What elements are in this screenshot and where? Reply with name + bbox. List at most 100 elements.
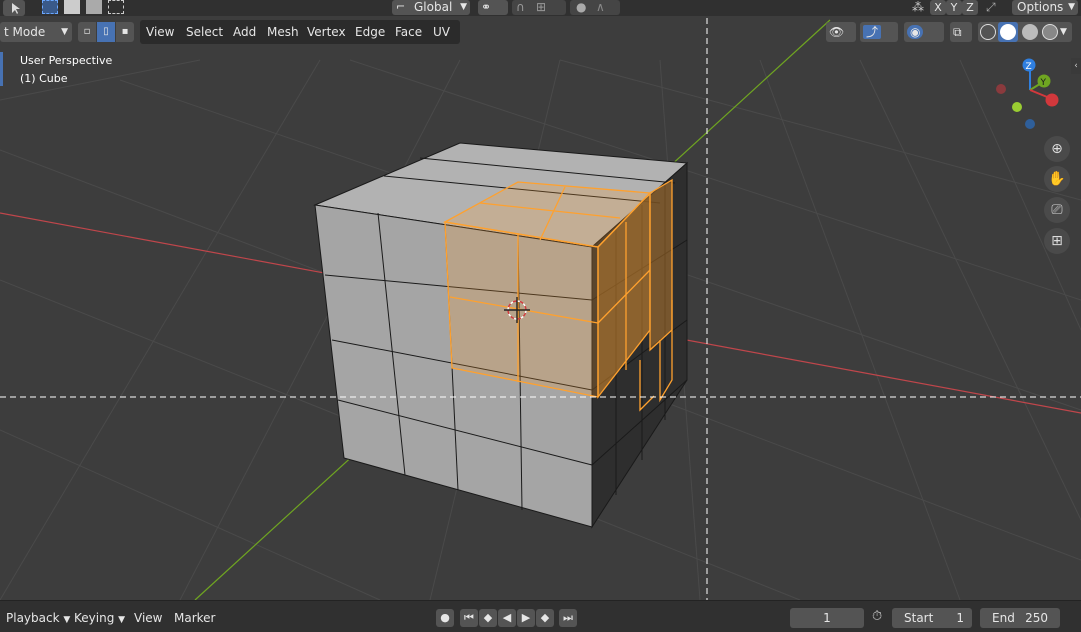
auto-merge-icon[interactable]: ⤢ <box>986 0 996 15</box>
perspective-grid-icon[interactable]: ⊞ <box>1044 228 1070 254</box>
menu-face[interactable]: Face <box>389 22 428 42</box>
mirror-z-label: Z <box>966 1 974 14</box>
overlay-toggle[interactable]: ◉ <box>904 22 944 42</box>
menu-vertex[interactable]: Vertex <box>301 22 352 42</box>
menu-uv[interactable]: UV <box>427 22 456 42</box>
keying-menu[interactable]: Keying ▼ <box>70 608 129 628</box>
tool-header: ⌐ Global ▼ ⚭ ∩ ⊞ ● ∧ ⁂ X Y Z ⤢ Options ▼ <box>0 0 1081 16</box>
selection-mode-group[interactable] <box>42 0 136 16</box>
snap-target-icon: ⊞ <box>536 0 547 14</box>
vertex-select-icon[interactable]: ▫ <box>78 22 96 42</box>
chevron-down-icon: ▼ <box>1068 2 1075 12</box>
select-extend-icon[interactable] <box>64 0 80 14</box>
xray-toggle[interactable]: ⧉ <box>950 22 972 42</box>
material-shading-icon[interactable] <box>1022 24 1038 40</box>
mode-dropdown[interactable]: t Mode ▼ <box>0 22 72 42</box>
select-tool-button[interactable] <box>3 0 25 16</box>
viewport-canvas[interactable]: Z Y <box>0 0 1081 632</box>
orientation-gizmo: Z Y <box>996 58 1059 129</box>
select-subtract-icon[interactable] <box>86 0 102 14</box>
edge-select-icon[interactable]: ▯ <box>97 22 115 42</box>
xray-icon: ⧉ <box>953 25 962 39</box>
chevron-down-icon: ▼ <box>460 2 467 12</box>
gizmo-negx-ball <box>996 84 1006 94</box>
playback-label: Playback <box>6 611 60 625</box>
menu-select[interactable]: Select <box>180 22 229 42</box>
playback-menu[interactable]: Playback ▼ <box>2 608 74 628</box>
play-reverse-icon[interactable]: ◀ <box>498 609 516 627</box>
menu-add[interactable]: Add <box>227 22 262 42</box>
magnet-icon: ∩ <box>516 0 525 14</box>
mirror-x-toggle[interactable]: X <box>930 0 946 15</box>
sidebar-toggle[interactable]: ‹ <box>1071 58 1081 74</box>
end-value: 250 <box>1025 611 1048 625</box>
orientation-icon: ⌐ <box>396 0 406 13</box>
falloff-icon: ∧ <box>596 0 605 14</box>
mode-label: t Mode <box>4 25 46 39</box>
keying-label: Keying <box>74 611 115 625</box>
jump-start-icon[interactable]: ⏮ <box>460 609 478 627</box>
timeline-view-menu[interactable]: View <box>130 608 166 628</box>
next-keyframe-icon[interactable]: ◆ <box>536 609 554 627</box>
orientation-label: Global <box>414 0 453 14</box>
options-label: Options <box>1017 0 1064 14</box>
zoom-icon[interactable]: ⊕ <box>1044 136 1070 162</box>
viewport-header: t Mode ▼ ▫ ▯ ▪ View Select Add Mesh Vert… <box>0 20 1081 44</box>
cursor-icon <box>12 3 20 14</box>
toolbar-edge-indicator[interactable] <box>0 52 3 86</box>
view-perspective-label: User Perspective <box>20 54 113 67</box>
face-select-icon[interactable]: ▪ <box>116 22 134 42</box>
mirror-icon[interactable]: ⁂ <box>912 0 924 15</box>
mirror-y-toggle[interactable]: Y <box>946 0 962 15</box>
auto-keying-icon[interactable]: ● <box>436 609 454 627</box>
stopwatch-icon[interactable]: ⏱ <box>872 609 882 624</box>
gizmo-negz-ball <box>1025 119 1035 129</box>
gizmo-y-label: Y <box>1040 78 1047 88</box>
camera-icon[interactable]: ⎚ <box>1044 197 1070 223</box>
current-frame-value: 1 <box>823 611 831 625</box>
mirror-x-label: X <box>934 1 942 14</box>
chevron-down-icon[interactable]: ▼ <box>1060 22 1067 42</box>
play-icon[interactable]: ▶ <box>517 609 535 627</box>
eye-icon: 👁 <box>829 25 845 39</box>
pivot-icon: ⚭ <box>481 0 492 14</box>
chevron-down-icon: ▼ <box>61 27 68 37</box>
pan-hand-icon[interactable]: ✋ <box>1044 166 1070 192</box>
active-object-label: (1) Cube <box>20 72 68 85</box>
mirror-z-toggle[interactable]: Z <box>962 0 978 15</box>
overlay-icon: ◉ <box>907 25 924 39</box>
start-label: Start <box>904 611 934 625</box>
solid-shading-icon[interactable] <box>998 22 1018 42</box>
end-label: End <box>992 611 1015 625</box>
gizmo-toggle[interactable]: ⤴ <box>860 22 898 42</box>
gizmo-icon: ⤴ <box>863 25 882 39</box>
jump-end-icon[interactable]: ⏭ <box>559 609 577 627</box>
proportional-edit-toggle[interactable]: ● ∧ <box>570 0 620 15</box>
wireframe-shading-icon[interactable] <box>980 24 996 40</box>
orientation-dropdown[interactable]: ⌐ Global ▼ <box>392 0 470 15</box>
menu-view[interactable]: View <box>140 22 180 42</box>
start-value: 1 <box>956 611 964 625</box>
chevron-down-icon: ▼ <box>118 615 126 625</box>
rendered-shading-icon[interactable] <box>1042 24 1058 40</box>
start-frame-field[interactable]: Start 1 <box>892 608 972 628</box>
mirror-y-label: Y <box>950 1 958 14</box>
end-frame-field[interactable]: End 250 <box>980 608 1060 628</box>
options-dropdown[interactable]: Options ▼ <box>1012 0 1078 15</box>
menu-edge[interactable]: Edge <box>349 22 391 42</box>
gizmo-negy-ball <box>1012 102 1022 112</box>
menu-mesh[interactable]: Mesh <box>261 22 305 42</box>
current-frame-field[interactable]: 1 <box>790 608 864 628</box>
proportional-icon: ● <box>576 0 587 14</box>
select-mode-group[interactable]: ▫ ▯ ▪ <box>78 22 134 42</box>
snap-toggle[interactable]: ∩ ⊞ <box>512 0 566 15</box>
cube-mesh <box>313 142 689 529</box>
gizmo-z-label: Z <box>1026 62 1032 72</box>
select-difference-icon[interactable] <box>108 0 124 14</box>
select-set-icon[interactable] <box>42 0 58 14</box>
shading-group[interactable]: ▼ <box>978 22 1072 42</box>
pivot-dropdown[interactable]: ⚭ <box>478 0 508 15</box>
visibility-dropdown[interactable]: 👁 <box>826 22 856 42</box>
prev-keyframe-icon[interactable]: ◆ <box>479 609 497 627</box>
marker-menu[interactable]: Marker <box>170 608 219 628</box>
